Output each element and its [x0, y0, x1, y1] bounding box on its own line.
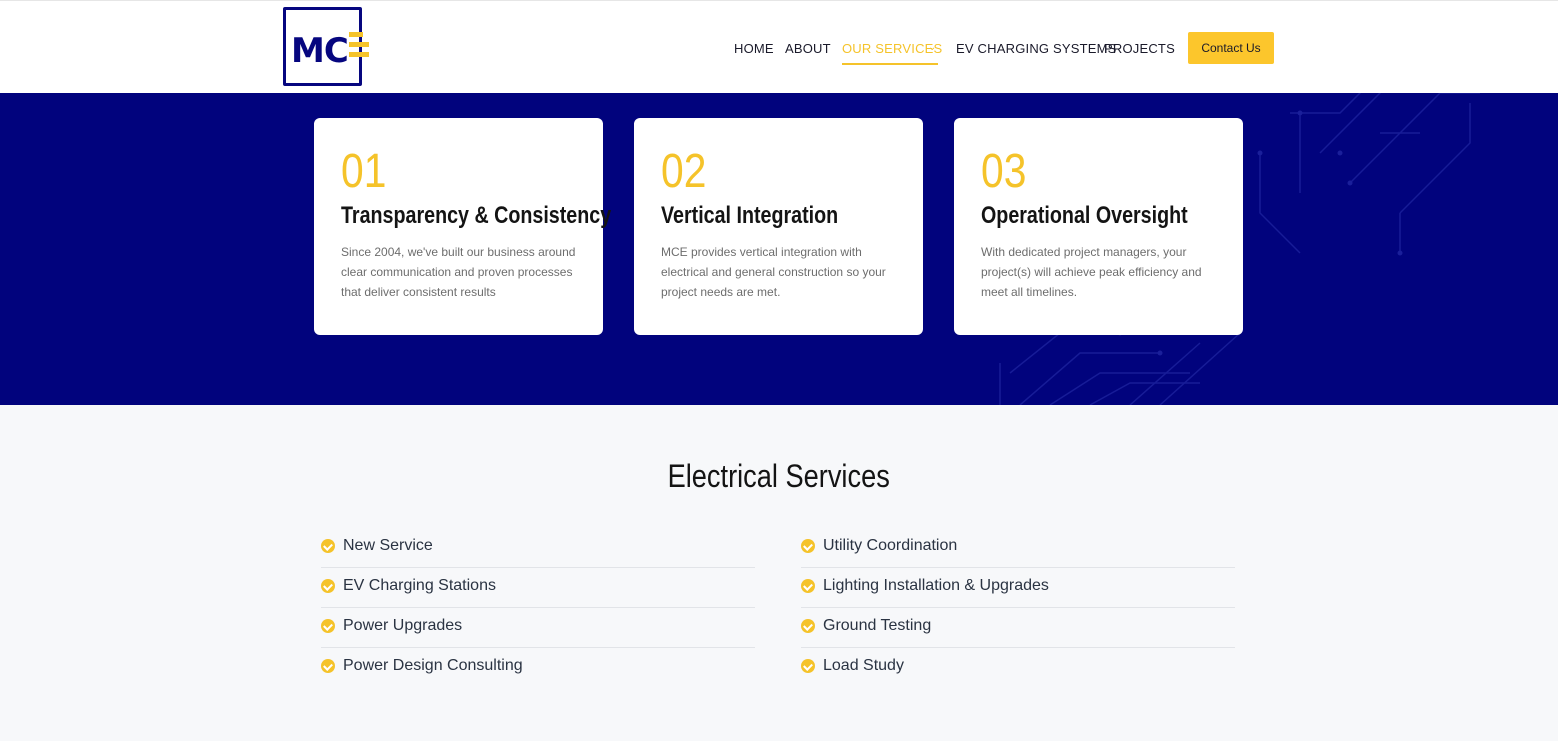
feature-title: Operational Oversight [981, 202, 1188, 229]
nav-about[interactable]: ABOUT [785, 41, 831, 56]
check-circle-icon [801, 659, 815, 673]
nav-projects[interactable]: PROJECTS [1104, 41, 1175, 56]
feature-number: 01 [341, 145, 387, 198]
feature-number: 02 [661, 145, 707, 198]
list-item: EV Charging Stations [321, 568, 755, 608]
feature-description: MCE provides vertical integration with e… [661, 245, 886, 299]
logo-text: MC [291, 31, 350, 71]
check-circle-icon [321, 659, 335, 673]
chevron-down-icon[interactable]: ⌄ [928, 42, 936, 53]
logo-e-bars [349, 32, 369, 62]
services-list-left: New Service EV Charging Stations Power U… [321, 528, 755, 688]
feature-card: 02 Vertical Integration MCE provides ver… [634, 118, 923, 335]
list-item: Ground Testing [801, 608, 1235, 648]
check-circle-icon [321, 619, 335, 633]
services-heading: Electrical Services [667, 458, 891, 494]
list-item: Lighting Installation & Upgrades [801, 568, 1235, 608]
nav-home[interactable]: HOME [734, 41, 774, 56]
feature-number: 03 [981, 145, 1027, 198]
check-circle-icon [321, 579, 335, 593]
site-header: MC HOME ABOUT OUR SERVICES EV CHARGING S… [0, 0, 1558, 93]
services-list-right: Utility Coordination Lighting Installati… [801, 528, 1235, 688]
feature-card: 03 Operational Oversight With dedicated … [954, 118, 1243, 335]
nav-active-underline [842, 63, 938, 65]
list-item: New Service [321, 528, 755, 568]
feature-title: Vertical Integration [661, 202, 839, 229]
contact-us-button[interactable]: Contact Us [1188, 32, 1274, 64]
list-item: Power Upgrades [321, 608, 755, 648]
features-section: 01 Transparency & Consistency Since 2004… [0, 93, 1558, 405]
feature-card: 01 Transparency & Consistency Since 2004… [314, 118, 612, 335]
nav-ev-charging-systems[interactable]: EV CHARGING SYSTEMS [956, 41, 1117, 56]
feature-title: Transparency & Consistency [341, 202, 612, 229]
check-circle-icon [801, 579, 815, 593]
list-item: Load Study [801, 648, 1235, 688]
mce-logo[interactable]: MC [283, 7, 373, 87]
list-item: Utility Coordination [801, 528, 1235, 568]
feature-description: Since 2004, we've built our business aro… [341, 245, 576, 299]
feature-description: With dedicated project managers, your pr… [981, 245, 1202, 299]
check-circle-icon [801, 619, 815, 633]
list-item: Power Design Consulting [321, 648, 755, 688]
check-circle-icon [801, 539, 815, 553]
check-circle-icon [321, 539, 335, 553]
